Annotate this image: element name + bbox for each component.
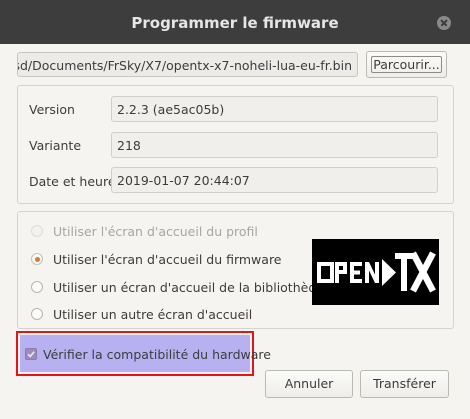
window-title: Programmer le firmware xyxy=(131,14,339,32)
hardware-check-checkbox[interactable] xyxy=(25,348,37,360)
close-icon[interactable] xyxy=(437,16,451,30)
opentx-logo xyxy=(312,239,439,305)
datetime-value: 2019-01-07 20:44:07 xyxy=(111,167,438,193)
version-value: 2.2.3 (ae5ac05b) xyxy=(111,96,438,122)
radio-button[interactable] xyxy=(31,308,43,320)
variant-label: Variante xyxy=(29,138,82,153)
cancel-button[interactable]: Annuler xyxy=(265,370,353,398)
datetime-label: Date et heure xyxy=(29,174,116,189)
radio-button[interactable] xyxy=(31,253,43,265)
browse-button[interactable]: Parcourir... xyxy=(366,51,447,78)
opentx-logo-icon xyxy=(317,251,436,293)
radio-button xyxy=(31,225,43,237)
checkmark-icon xyxy=(27,351,35,358)
firmware-path-field[interactable]: me/ssd/Documents/FrSky/X7/opentx-x7-nohe… xyxy=(17,52,358,77)
hardware-check-label: Vérifier la compatibilité du hardware xyxy=(43,347,271,362)
title-bar: Programmer le firmware xyxy=(0,0,470,44)
radio-label: Utiliser un autre écran d'accueil xyxy=(53,307,253,322)
version-label: Version xyxy=(29,102,75,117)
hardware-check-row[interactable]: Vérifier la compatibilité du hardware xyxy=(20,335,271,372)
variant-value: 218 xyxy=(111,132,438,158)
radio-label: Utiliser l'écran d'accueil du firmware xyxy=(53,252,282,267)
transfer-button[interactable]: Transférer xyxy=(360,370,449,398)
radio-button[interactable] xyxy=(31,281,43,293)
hardware-check-highlight: Vérifier la compatibilité du hardware xyxy=(16,331,271,376)
radio-label: Utiliser un écran d'accueil de la biblio… xyxy=(53,280,332,295)
firmware-path-text: me/ssd/Documents/FrSky/X7/opentx-x7-nohe… xyxy=(17,58,352,73)
focus-ring xyxy=(371,56,442,73)
radio-label: Utiliser l'écran d'accueil du profil xyxy=(53,224,258,239)
